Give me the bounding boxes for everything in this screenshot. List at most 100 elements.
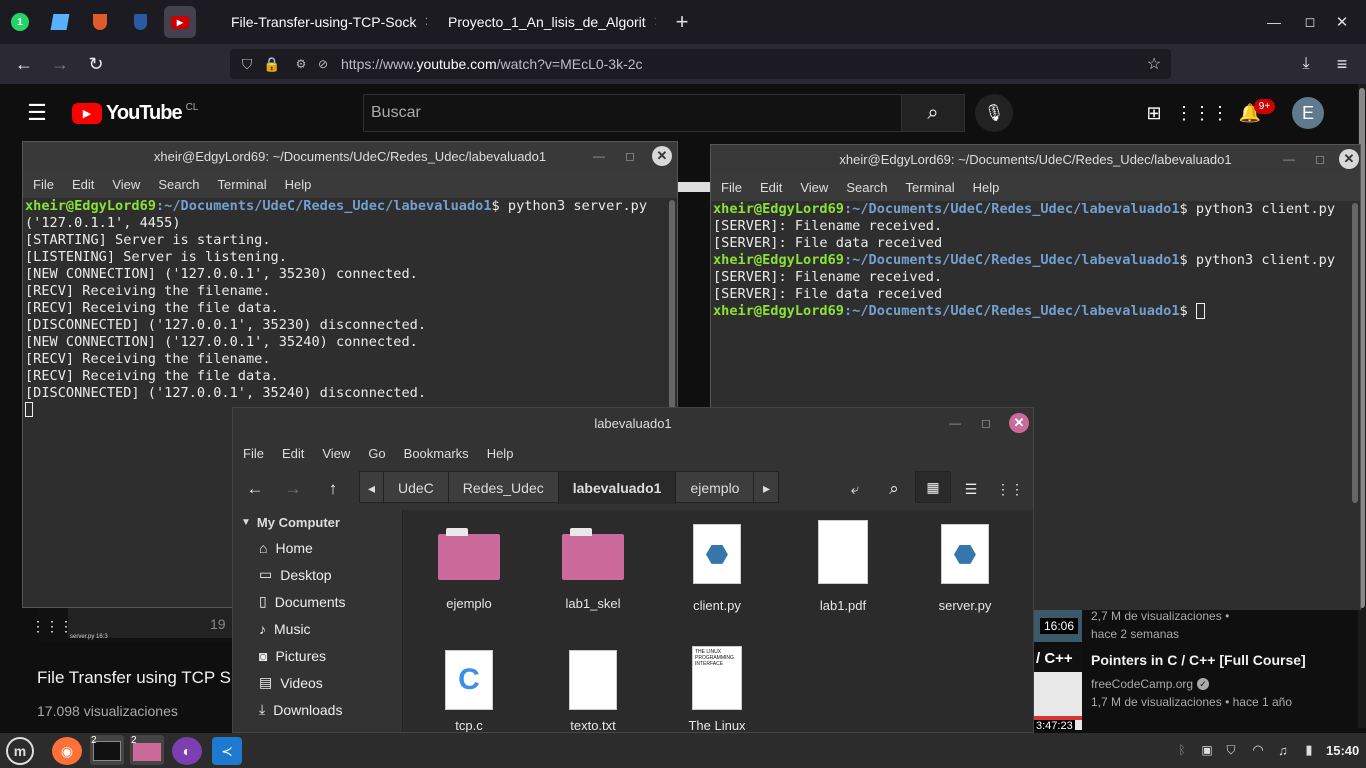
tab-github[interactable]: File-Transfer-using-TCP-Sock ✕ bbox=[215, 4, 427, 40]
close-icon[interactable]: ✕ bbox=[1009, 413, 1029, 433]
shield-icon[interactable]: ⛉ bbox=[238, 55, 256, 73]
breadcrumb-redes[interactable]: Redes_Udec bbox=[449, 472, 559, 504]
minimize-icon[interactable]: — bbox=[593, 142, 605, 170]
minimize-icon[interactable]: — bbox=[1262, 8, 1286, 36]
youtube-search-button[interactable]: ⌕ bbox=[901, 94, 965, 132]
maximize-icon[interactable]: ◻ bbox=[1315, 145, 1325, 173]
sidebar-item-videos[interactable]: ▤ Videos bbox=[233, 669, 402, 696]
compact-view-icon[interactable]: ⋮⋮ bbox=[996, 477, 1024, 501]
menu-go[interactable]: Go bbox=[368, 446, 385, 461]
menu-bookmarks[interactable]: Bookmarks bbox=[404, 446, 469, 461]
rec2-channel-row[interactable]: freeCodeCamp.org ✓ bbox=[1091, 677, 1210, 691]
pinned-tab-whatsapp[interactable]: 1 bbox=[4, 6, 36, 38]
breadcrumb-labevaluado1[interactable]: labevaluado1 bbox=[558, 472, 677, 504]
menu-terminal[interactable]: Terminal bbox=[218, 177, 267, 192]
menu-search[interactable]: Search bbox=[158, 177, 199, 192]
voice-search-icon[interactable]: 🎙 bbox=[975, 94, 1013, 132]
bookmark-star-icon[interactable]: ☆ bbox=[1144, 54, 1164, 74]
back-icon[interactable]: ← bbox=[243, 477, 267, 501]
taskbar-files[interactable]: 2 bbox=[130, 735, 164, 765]
forward-icon[interactable]: → bbox=[48, 52, 72, 76]
icon-view-icon[interactable]: ▦ bbox=[915, 471, 951, 503]
menu-view[interactable]: View bbox=[800, 180, 828, 195]
blocked-media-icon[interactable]: ⊘ bbox=[314, 55, 332, 73]
reload-icon[interactable]: ↻ bbox=[84, 52, 108, 76]
close-tab-icon[interactable]: ✕ bbox=[424, 14, 427, 30]
file-item-client-py[interactable]: ⬣ client.py bbox=[662, 524, 772, 613]
sidebar-item-pictures[interactable]: ◙ Pictures bbox=[233, 642, 402, 669]
close-tab-icon[interactable]: ✕ bbox=[654, 14, 656, 30]
menu-view[interactable]: View bbox=[112, 177, 140, 192]
firefox-icon[interactable]: ◉ bbox=[52, 737, 82, 765]
breadcrumb-ejemplo[interactable]: ejemplo bbox=[676, 472, 755, 504]
url-bar[interactable]: ⛉ 🔒 ⚙ ⊘ https://www.youtube.com/watch?v=… bbox=[230, 49, 1171, 79]
menu-icon[interactable]: ≡ bbox=[1330, 52, 1354, 76]
sidebar-item-music[interactable]: ♪ Music bbox=[233, 615, 402, 642]
rec2-title[interactable]: Pointers in C / C++ [Full Course] bbox=[1091, 652, 1306, 668]
sidebar-item-home[interactable]: ⌂ Home bbox=[233, 534, 402, 561]
player-grid-icon[interactable]: ⋮⋮⋮ bbox=[31, 618, 73, 634]
open-terminal-icon[interactable]: ⤶ bbox=[843, 477, 867, 501]
terminal-titlebar[interactable]: xheir@EdgyLord69: ~/Documents/UdeC/Redes… bbox=[23, 142, 677, 170]
file-item-tcp-c[interactable]: Ctcp.c bbox=[414, 650, 524, 732]
maximize-icon[interactable]: ◻ bbox=[981, 408, 991, 438]
menu-file[interactable]: File bbox=[33, 177, 54, 192]
menu-view[interactable]: View bbox=[322, 446, 350, 461]
file-item-the-linux[interactable]: THE LINUX PROGRAMMING INTERFACE The Linux bbox=[662, 646, 772, 732]
maximize-icon[interactable]: ◻ bbox=[625, 142, 635, 170]
menu-edit[interactable]: Edit bbox=[72, 177, 94, 192]
search-icon[interactable]: ⌕ bbox=[882, 477, 906, 501]
mint-menu-icon[interactable]: m bbox=[6, 737, 34, 765]
vscode-icon[interactable]: ≺ bbox=[212, 737, 242, 765]
shield-check-icon[interactable]: ⛉ bbox=[1222, 741, 1240, 759]
wifi-icon[interactable]: ◠ bbox=[1248, 741, 1268, 759]
youtube-search-input[interactable]: Buscar bbox=[363, 94, 902, 132]
menu-file[interactable]: File bbox=[721, 180, 742, 195]
menu-terminal[interactable]: Terminal bbox=[906, 180, 955, 195]
breadcrumb-left-icon[interactable]: ◂ bbox=[360, 472, 384, 504]
minimize-icon[interactable]: — bbox=[1283, 145, 1295, 173]
menu-file[interactable]: File bbox=[243, 446, 264, 461]
up-icon[interactable]: ↑ bbox=[321, 477, 345, 501]
menu-search[interactable]: Search bbox=[846, 180, 887, 195]
github-desktop-icon[interactable]: ◐ bbox=[172, 737, 202, 765]
pinned-tab-bitwarden[interactable] bbox=[124, 6, 156, 38]
apps-grid-icon[interactable]: ⋮⋮⋮ bbox=[1175, 102, 1229, 124]
music-note-icon[interactable]: ♫ bbox=[1274, 741, 1292, 759]
file-item-lab1-skel[interactable]: lab1_skel bbox=[538, 528, 648, 611]
file-manager-titlebar[interactable]: labevaluado1 bbox=[233, 408, 1033, 438]
video-player-strip[interactable]: ⋮⋮⋮ server.py 16:3 19 bbox=[31, 608, 258, 642]
sidebar-item-desktop[interactable]: ▭ Desktop bbox=[233, 561, 402, 588]
sidebar-item-downloads[interactable]: ⤓ Downloads bbox=[233, 696, 402, 723]
lock-icon[interactable]: 🔒 bbox=[263, 55, 280, 73]
rec2-thumbnail[interactable]: / C++ 3:47:23 bbox=[1034, 650, 1082, 730]
pinned-tab-canvas[interactable] bbox=[44, 6, 76, 38]
bluetooth-icon[interactable]: ᛒ bbox=[1174, 741, 1190, 759]
create-video-icon[interactable]: ⊞ bbox=[1142, 102, 1166, 124]
close-icon[interactable]: ✕ bbox=[1339, 149, 1359, 169]
breadcrumb-udec[interactable]: UdeC bbox=[384, 472, 449, 504]
back-icon[interactable]: ← bbox=[12, 52, 36, 76]
close-icon[interactable]: ✕ bbox=[652, 146, 672, 166]
menu-help[interactable]: Help bbox=[973, 180, 1000, 195]
terminal-titlebar[interactable]: xheir@EdgyLord69: ~/Documents/UdeC/Redes… bbox=[711, 145, 1360, 173]
forward-icon[interactable]: → bbox=[281, 477, 305, 501]
terminal-scrollbar[interactable] bbox=[1352, 203, 1358, 503]
taskbar-terminal[interactable]: 2 bbox=[90, 735, 124, 765]
sidebar-item-documents[interactable]: ▯ Documents bbox=[233, 588, 402, 615]
minimize-icon[interactable]: — bbox=[949, 408, 961, 438]
file-item-server-py[interactable]: ⬣ server.py bbox=[910, 524, 1020, 613]
clock[interactable]: 15:40 bbox=[1326, 743, 1359, 758]
clipboard-icon[interactable]: ▣ bbox=[1198, 741, 1216, 759]
maximize-icon[interactable]: ◻ bbox=[1298, 8, 1322, 36]
breadcrumb-right-icon[interactable]: ▸ bbox=[754, 472, 778, 504]
sidebar-section-my-computer[interactable]: ▼ My Computer bbox=[233, 510, 402, 534]
pinned-tab-crest[interactable] bbox=[84, 6, 116, 38]
menu-edit[interactable]: Edit bbox=[282, 446, 304, 461]
downloads-icon[interactable]: ⤓ bbox=[1294, 52, 1318, 76]
menu-help[interactable]: Help bbox=[285, 177, 312, 192]
close-window-icon[interactable]: ✕ bbox=[1330, 8, 1354, 36]
list-view-icon[interactable]: ☰ bbox=[959, 477, 983, 501]
file-item-texto-txt[interactable]: texto.txt bbox=[538, 650, 648, 732]
avatar[interactable]: E bbox=[1292, 97, 1324, 129]
